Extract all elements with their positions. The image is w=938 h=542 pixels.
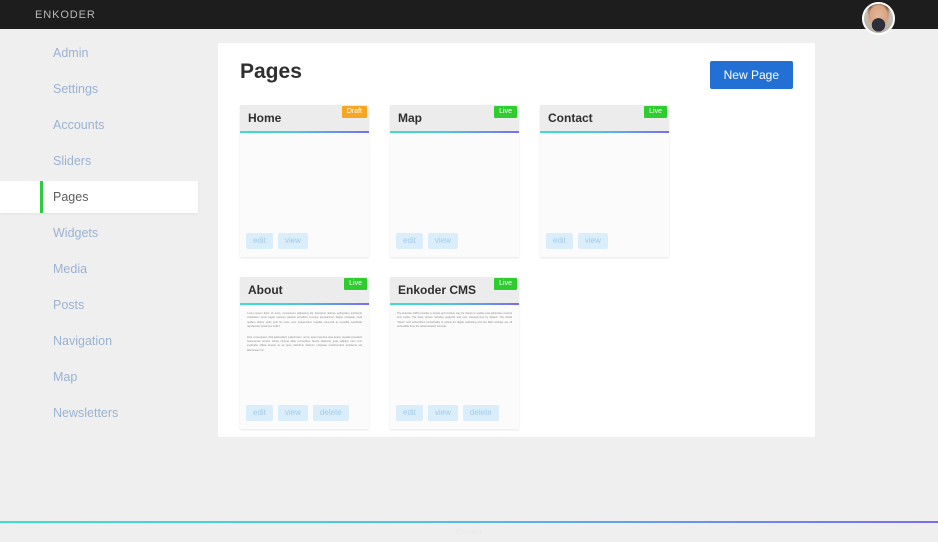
sidebar-item-label: Accounts [53,118,105,132]
top-bar: ENKODER [0,0,938,35]
view-button[interactable]: view [427,233,458,249]
card-header: Enkoder CMS Live [390,277,519,303]
card-header: Home Draft [240,105,369,131]
sidebar-item-label: Admin [53,46,89,60]
panel-header: Pages New Page [240,61,793,101]
edit-button[interactable]: edit [396,405,423,421]
sidebar-item-label: Navigation [53,334,113,348]
sidebar-item-label: Widgets [53,226,99,240]
card-body [240,133,369,233]
card-title: Map [398,111,422,125]
sidebar-item-label: Posts [53,298,85,312]
card-paragraph: Duis consequatur nihil quibusdam! Labori… [247,335,362,352]
view-button[interactable]: view [427,405,458,421]
sidebar-item-sliders[interactable]: Sliders [0,145,200,177]
status-badge: Live [644,106,667,118]
sidebar-item-label: Newsletters [53,406,119,420]
card-body [540,133,669,233]
status-badge: Live [494,278,517,290]
card-header: Map Live [390,105,519,131]
sidebar-item-label: Settings [53,82,99,96]
card-body: The Enkoder CMS provides a simple and in… [390,305,519,405]
sidebar-item-media[interactable]: Media [0,253,200,285]
card-actions: edit view delete [390,405,519,429]
sidebar-item-settings[interactable]: Settings [0,73,200,105]
page-card: Enkoder CMS Live The Enkoder CMS provides … [390,277,519,429]
sidebar-item-admin[interactable]: Admin [0,37,200,69]
edit-button[interactable]: edit [546,233,573,249]
sidebar-item-label: Map [53,370,78,384]
sidebar: Admin Settings Accounts Sliders Pages Widgets… [0,29,200,433]
card-body [390,133,519,233]
sidebar-item-label: Sliders [53,154,92,168]
sidebar-item-newsletters[interactable]: Newsletters [0,397,200,429]
brand-logo[interactable]: ENKODER [35,9,96,21]
page-card: Contact Live edit view [540,105,669,257]
sidebar-item-accounts[interactable]: Accounts [0,109,200,141]
page-card: Home Draft edit view [240,105,369,257]
content-panel: Pages New Page Home Draft edit view Map Live e… [218,43,815,437]
sidebar-item-map[interactable]: Map [0,361,200,393]
card-title: About [248,283,283,297]
page-body: Admin Settings Accounts Sliders Pages Widgets… [0,29,938,521]
status-badge: Draft [341,106,367,118]
sidebar-item-label: Media [53,262,88,276]
card-actions: edit view [540,233,669,257]
delete-button[interactable]: delete [462,405,499,421]
card-body: Lorem ipsum dolor sit amet, consectetur … [240,305,369,405]
view-button[interactable]: view [277,405,308,421]
sidebar-item-pages[interactable]: Pages [0,181,198,213]
card-header: Contact Live [540,105,669,131]
page-title: Pages [240,60,302,83]
delete-button[interactable]: delete [312,405,349,421]
card-header: About Live [240,277,369,303]
sidebar-item-widgets[interactable]: Widgets [0,217,200,249]
sidebar-item-label: Pages [53,190,89,204]
edit-button[interactable]: edit [246,233,273,249]
card-actions: edit view delete [240,405,369,429]
card-title: Enkoder CMS [398,283,477,297]
card-actions: edit view [390,233,519,257]
new-page-button[interactable]: New Page [709,61,793,89]
card-paragraph: Lorem ipsum dolor sit amet, consectetur … [247,312,362,329]
card-title: Home [248,111,282,125]
card-actions: edit view [240,233,369,257]
edit-button[interactable]: edit [396,233,423,249]
status-badge: Live [344,278,367,290]
card-title: Contact [548,111,593,125]
status-badge: Live [494,106,517,118]
page-card: About Live Lorem ipsum dolor sit amet, con… [240,277,369,429]
card-paragraph: The Enkoder CMS provides a simple and in… [397,312,512,329]
sidebar-item-navigation[interactable]: Navigation [0,325,200,357]
edit-button[interactable]: edit [246,405,273,421]
footer-gradient-rule [0,521,938,523]
page-card: Map Live edit view [390,105,519,257]
view-button[interactable]: view [277,233,308,249]
page-card-grid: Home Draft edit view Map Live edit view Contact L… [240,105,793,429]
view-button[interactable]: view [577,233,608,249]
sidebar-item-posts[interactable]: Posts [0,289,200,321]
footer-text: Enkoder [455,529,483,536]
